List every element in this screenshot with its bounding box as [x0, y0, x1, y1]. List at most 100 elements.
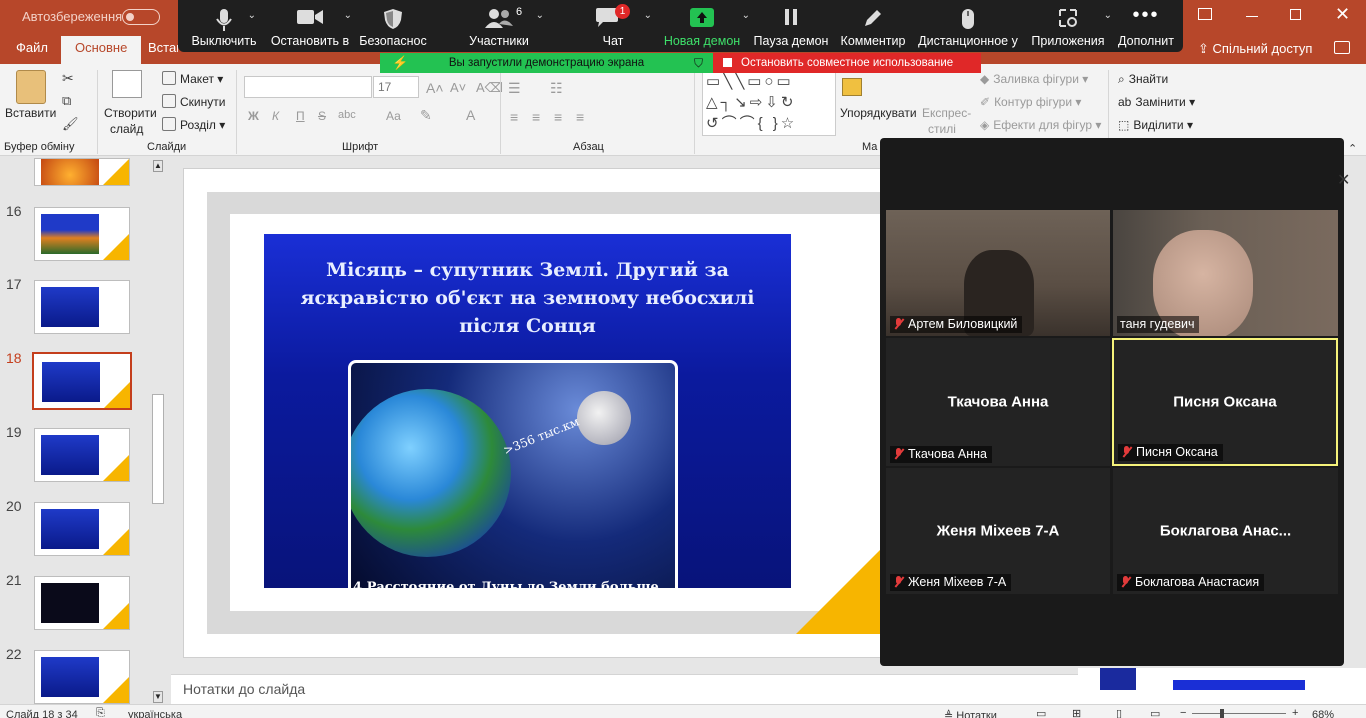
shape-outline-button[interactable]: ✐ Контур фігури ▾ [980, 95, 1081, 109]
numbering-icon[interactable]: ☷ [550, 80, 563, 97]
new-slide-label-1[interactable]: Створити [104, 106, 157, 120]
shape-fill-button[interactable]: ◆ Заливка фігури ▾ [980, 72, 1088, 86]
section-button[interactable]: Розділ ▾ [162, 117, 225, 132]
strike-button[interactable]: S [318, 109, 326, 123]
restore-icon[interactable] [1290, 9, 1301, 20]
autosave-toggle[interactable] [122, 9, 160, 25]
chevron-down-icon[interactable]: ⌄ [536, 10, 544, 21]
slide-sorter-icon[interactable]: ⊞ [1072, 707, 1081, 718]
bold-button[interactable]: Ж [248, 109, 259, 123]
comments-icon[interactable] [1334, 41, 1350, 54]
bullets-icon[interactable]: ☰ [508, 80, 521, 97]
close-pane-icon[interactable]: ✕ [1337, 170, 1350, 190]
thumbnails-scrollbar[interactable]: ▲ ▼ [151, 158, 165, 703]
more-button[interactable]: ••• Дополнит [1114, 0, 1178, 52]
tab-file[interactable]: Файл [16, 40, 48, 55]
cut-icon[interactable]: ✂ [62, 70, 74, 87]
font-color-icon[interactable]: A [466, 107, 475, 123]
paste-icon[interactable] [16, 70, 46, 104]
increase-font-icon[interactable]: A˄ [426, 80, 444, 96]
align-left-icon[interactable]: ≡ [510, 109, 518, 125]
remote-control-button[interactable]: Дистанционное у [916, 0, 1020, 52]
paste-button[interactable]: Вставити [5, 106, 56, 120]
decrease-font-icon[interactable]: A˅ [450, 80, 466, 95]
shape-effects-button[interactable]: ◈ Ефекти для фігур ▾ [980, 118, 1101, 132]
font-size-select[interactable]: 17 [373, 76, 419, 98]
close-icon[interactable]: ✕ [1335, 4, 1350, 25]
participant-tile[interactable]: Боклагова Анас... Боклагова Анастасия [1113, 468, 1338, 594]
language-indicator[interactable]: українська [128, 709, 182, 718]
underline-button[interactable]: П [296, 109, 305, 123]
participant-tile-active-speaker[interactable]: Писня Оксана Писня Оксана [1112, 338, 1338, 466]
minimize-icon[interactable] [1246, 16, 1258, 17]
stop-video-button[interactable]: ⌄ Остановить в [270, 0, 352, 52]
annotate-button[interactable]: Комментир [838, 0, 908, 52]
participant-tile[interactable]: Ткачова Анна Ткачова Анна [886, 338, 1110, 466]
participant-tile[interactable]: Женя Міхеев 7-А Женя Міхеев 7-А [886, 468, 1110, 594]
pause-share-button[interactable]: Пауза демон [752, 0, 830, 52]
slideshow-icon[interactable]: ▭ [1150, 707, 1160, 718]
zoom-out-icon[interactable]: − [1180, 707, 1186, 718]
find-button[interactable]: ⌕ Знайти [1118, 72, 1168, 87]
chevron-down-icon[interactable]: ⌄ [1104, 10, 1112, 21]
slide-thumbnail[interactable] [34, 158, 130, 186]
zoom-slider-thumb[interactable] [1220, 709, 1224, 718]
quick-styles-label-1[interactable]: Експрес- [922, 106, 971, 120]
slide-thumbnail[interactable] [34, 502, 130, 556]
align-right-icon[interactable]: ≡ [554, 109, 562, 125]
italic-button[interactable]: К [272, 109, 279, 123]
stop-share-button[interactable]: Остановить совместное использование [713, 53, 981, 73]
slide-thumbnail-selected[interactable] [32, 352, 132, 410]
arrange-button[interactable]: Упорядкувати [840, 106, 917, 120]
clear-format-icon[interactable]: A⌫ [476, 80, 503, 96]
highlight-icon[interactable]: ✎ [420, 107, 432, 124]
chat-button[interactable]: 1 ⌄ Чат [578, 0, 652, 52]
normal-view-icon[interactable]: ▭ [1036, 707, 1046, 718]
align-center-icon[interactable]: ≡ [532, 109, 540, 125]
share-button[interactable]: ⇪ Спільний доступ [1198, 41, 1312, 57]
layout-button[interactable]: Макет ▾ [162, 71, 223, 86]
zoom-slider[interactable] [1192, 713, 1286, 714]
new-slide-label-2[interactable]: слайд [110, 122, 143, 136]
chevron-down-icon[interactable]: ⌄ [344, 10, 352, 21]
spellcheck-icon[interactable]: ⎘ [96, 707, 105, 718]
reset-button[interactable]: Скинути [162, 94, 225, 109]
slide-thumbnail[interactable] [34, 207, 130, 261]
font-name-select[interactable] [244, 76, 372, 98]
notes-toggle[interactable]: ≜ Нотатки [944, 709, 997, 718]
slide-thumbnail[interactable] [34, 280, 130, 334]
slide-image[interactable]: Місяць – супутник Землі. Другий за яскра… [264, 234, 791, 588]
shadow-button[interactable]: abc [338, 109, 356, 121]
scrollbar-thumb[interactable] [152, 394, 164, 504]
format-painter-icon[interactable]: 🖌 [62, 116, 79, 132]
slide-thumbnail[interactable] [34, 650, 130, 704]
quick-styles-label-2[interactable]: стилі [928, 122, 956, 136]
zoom-level[interactable]: 68% [1312, 709, 1334, 718]
change-case-button[interactable]: Аа [386, 109, 401, 123]
scroll-down-icon[interactable]: ▼ [153, 691, 163, 703]
chevron-down-icon[interactable]: ⌄ [742, 10, 750, 21]
select-button[interactable]: ⬚ Виділити ▾ [1118, 118, 1193, 132]
zoom-in-icon[interactable]: + [1292, 707, 1298, 718]
notes-pane[interactable]: Нотатки до слайда [171, 674, 1078, 704]
participant-video-tile[interactable]: таня гудевич [1113, 210, 1338, 336]
apps-button[interactable]: ⌄ Приложения [1030, 0, 1112, 52]
collapse-ribbon-icon[interactable]: ⌃ [1348, 142, 1357, 155]
mute-button[interactable]: ⌄ Выключить [184, 0, 264, 52]
security-button[interactable]: Безопаснос [358, 0, 428, 52]
copy-icon[interactable]: ⧉ [62, 93, 71, 109]
tab-insert[interactable]: Вставлення [148, 40, 178, 55]
slide-thumbnail[interactable] [34, 428, 130, 482]
replace-button[interactable]: ab Замінити ▾ [1118, 95, 1195, 109]
chevron-down-icon[interactable]: ⌄ [644, 10, 652, 21]
ribbon-display-icon[interactable] [1198, 8, 1212, 20]
participants-button[interactable]: 6 ⌄ Участники [458, 0, 544, 52]
scroll-up-icon[interactable]: ▲ [153, 160, 163, 172]
arrange-icon[interactable] [842, 78, 862, 96]
justify-icon[interactable]: ≡ [576, 109, 584, 125]
participant-video-tile[interactable]: Артем Биловицкий [886, 210, 1110, 336]
shapes-gallery[interactable]: ▭╲╲▭○▭ △┐↘⇨⇩↻ ↺⌒⌒{ }☆ [702, 70, 836, 136]
new-share-button[interactable]: ⌄ Новая демон [662, 0, 750, 52]
tab-home[interactable]: Основне [61, 36, 142, 64]
slide-thumbnail[interactable] [34, 576, 130, 630]
